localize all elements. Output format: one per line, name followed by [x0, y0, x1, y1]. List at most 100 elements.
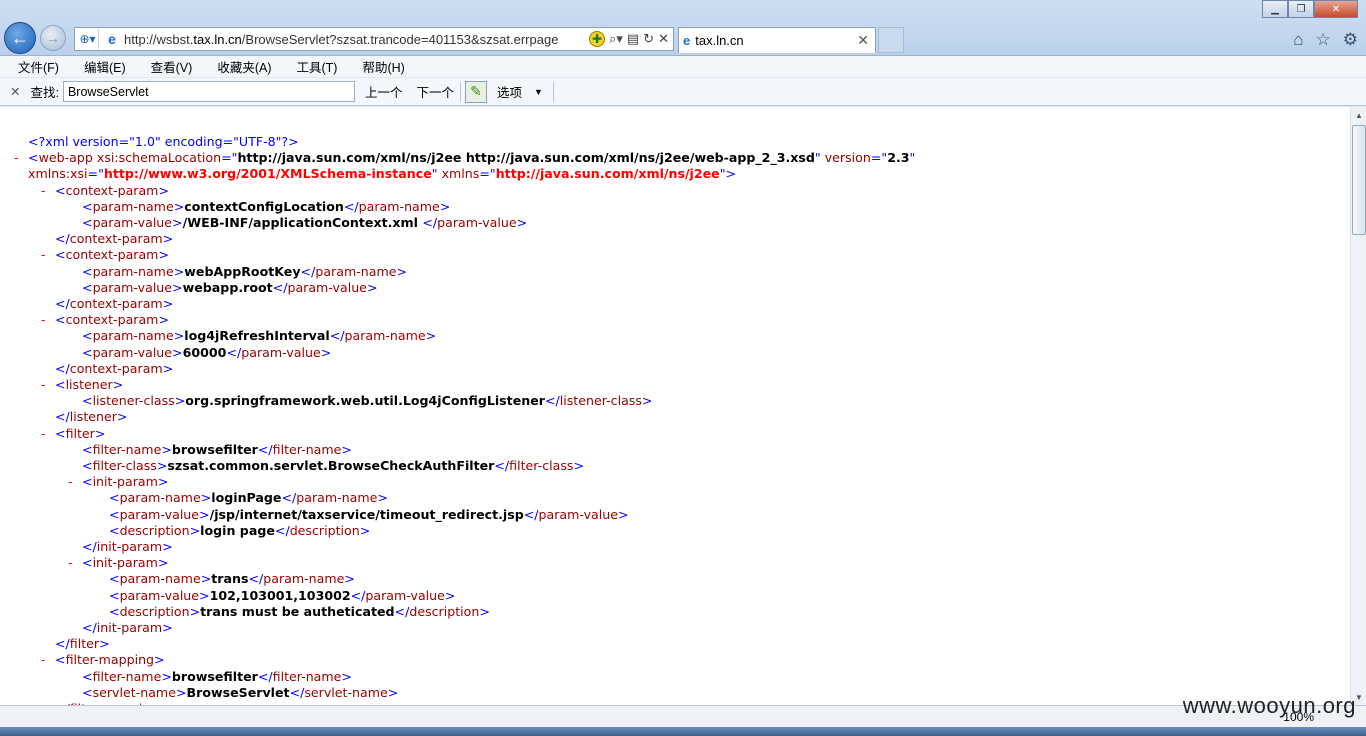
- compat-view-icon[interactable]: ▤: [627, 31, 639, 47]
- xml-line: <param-value>102,103001,103002</param-va…: [109, 588, 455, 604]
- xml-token: <: [109, 522, 120, 538]
- xml-token: context-param: [69, 296, 163, 311]
- collapse-toggle[interactable]: -: [41, 312, 46, 327]
- xml-token: <: [82, 198, 93, 214]
- xml-token: login page: [200, 522, 275, 538]
- collapse-toggle[interactable]: -: [68, 555, 73, 570]
- find-next-button[interactable]: 下一个: [416, 82, 454, 101]
- xml-line: <param-name>webAppRootKey</param-name>: [82, 264, 407, 280]
- search-dropdown-icon[interactable]: ⌕▾: [609, 31, 623, 47]
- xml-token: >: [116, 409, 128, 425]
- xml-token: <: [82, 393, 93, 409]
- menu-tools[interactable]: 工具(T): [296, 57, 337, 76]
- restore-button[interactable]: ❐: [1288, 0, 1314, 18]
- xml-line: <param-value>/WEB-INF/applicationContext…: [82, 215, 527, 231]
- find-prev-button[interactable]: 上一个: [365, 82, 403, 101]
- xml-token: >: [641, 393, 653, 409]
- xml-token: </: [274, 522, 290, 538]
- menu-favorites[interactable]: 收藏夹(A): [217, 57, 271, 76]
- xml-token: >: [479, 603, 490, 619]
- url-text[interactable]: http://wsbst.tax.ln.cn/BrowseServlet?szs…: [124, 32, 585, 47]
- tab-active[interactable]: e tax.ln.cn ✕: [678, 27, 876, 53]
- xml-token: <: [82, 555, 93, 571]
- divider: [552, 81, 554, 102]
- collapse-toggle[interactable]: -: [41, 426, 46, 441]
- compatibility-icon[interactable]: ⊕▾: [77, 29, 99, 49]
- vertical-scrollbar[interactable]: ▲ ▼: [1350, 107, 1366, 705]
- xml-token: param-value: [92, 344, 173, 360]
- scroll-thumb[interactable]: [1352, 125, 1366, 235]
- xml-token: >: [189, 603, 201, 619]
- xml-token: init-param: [92, 555, 158, 571]
- xml-token: </: [300, 263, 316, 279]
- stop-icon[interactable]: ✕: [658, 31, 669, 47]
- tab-close-icon[interactable]: ✕: [857, 32, 869, 49]
- collapse-toggle[interactable]: -: [41, 183, 46, 198]
- home-icon[interactable]: ⌂: [1293, 30, 1303, 50]
- highlight-icon[interactable]: ✎: [465, 80, 487, 103]
- xml-token: >: [444, 587, 456, 603]
- menu-file[interactable]: 文件(F): [18, 57, 59, 76]
- scroll-up-icon[interactable]: ▲: [1351, 107, 1366, 123]
- close-find-icon[interactable]: ✕: [10, 84, 20, 99]
- collapse-toggle[interactable]: -: [41, 652, 46, 667]
- xml-token: param-name: [315, 263, 397, 279]
- collapse-toggle[interactable]: -: [14, 150, 19, 165]
- xml-token: >: [366, 279, 378, 295]
- close-window-button[interactable]: ✕: [1314, 0, 1358, 18]
- chevron-down-icon[interactable]: ▼: [534, 87, 543, 97]
- xml-token: webapp.root: [182, 279, 273, 295]
- xml-token: xsi:schemaLocation: [92, 150, 222, 166]
- xml-line: <param-value>/jsp/internet/taxservice/ti…: [109, 507, 629, 523]
- xml-token: description: [119, 522, 190, 538]
- xml-token: </: [55, 296, 70, 311]
- xml-token: ": [909, 150, 916, 166]
- addon-icon[interactable]: ✚: [589, 31, 606, 47]
- xml-token: </: [55, 360, 70, 376]
- new-tab-button[interactable]: [878, 27, 904, 53]
- xml-line: <init-param>: [82, 555, 168, 571]
- xml-line: <param-name>loginPage</param-name>: [109, 490, 388, 506]
- xml-token: param-name: [119, 571, 201, 587]
- xml-token: >: [377, 490, 388, 506]
- collapse-toggle[interactable]: -: [41, 377, 46, 392]
- xml-token: version: [820, 150, 871, 166]
- xml-token: param-value: [538, 506, 618, 522]
- xml-token: filter-name: [92, 441, 162, 457]
- collapse-toggle[interactable]: -: [68, 474, 73, 489]
- menu-edit[interactable]: 编辑(E): [84, 57, 126, 76]
- xml-token: filter-name: [92, 668, 162, 684]
- xml-token: >: [156, 458, 168, 473]
- xml-token: </: [272, 279, 288, 295]
- refresh-icon[interactable]: ↻: [643, 31, 654, 47]
- xml-token: <: [82, 263, 93, 279]
- find-input[interactable]: [62, 81, 355, 102]
- xml-token: >: [341, 441, 352, 457]
- collapse-toggle[interactable]: -: [41, 247, 46, 262]
- find-options-button[interactable]: 选项: [497, 82, 522, 101]
- xml-token: param-value: [92, 279, 173, 295]
- xml-token: >: [173, 198, 185, 214]
- xml-token: <: [109, 587, 120, 603]
- xml-line: <listener>: [55, 377, 123, 393]
- find-bar: ✕ 查找: 上一个 下一个 ✎ 选项 ▼: [0, 78, 1366, 106]
- xml-line: <init-param>: [82, 474, 168, 490]
- xml-token: listener: [65, 377, 113, 392]
- arrow-left-icon: ←: [11, 27, 29, 48]
- status-bar: 100%: [0, 705, 1366, 727]
- xml-token: >: [341, 668, 352, 684]
- back-button[interactable]: ←: [4, 22, 36, 54]
- xml-token: <: [55, 377, 66, 392]
- menu-view[interactable]: 查看(V): [151, 57, 193, 76]
- address-bar[interactable]: ⊕▾ e http://wsbst.tax.ln.cn/BrowseServle…: [74, 27, 674, 51]
- xml-token: >: [173, 263, 185, 279]
- favorites-star-icon[interactable]: ☆: [1316, 30, 1331, 50]
- xml-token: </: [523, 506, 539, 522]
- xml-token: param-value: [365, 587, 445, 603]
- minimize-button[interactable]: ▁: [1262, 0, 1288, 18]
- forward-button[interactable]: →: [40, 25, 66, 51]
- xml-token: </: [226, 344, 242, 360]
- xml-token: <: [28, 150, 39, 166]
- tools-gear-icon[interactable]: ⚙: [1343, 30, 1358, 50]
- menu-help[interactable]: 帮助(H): [362, 57, 404, 76]
